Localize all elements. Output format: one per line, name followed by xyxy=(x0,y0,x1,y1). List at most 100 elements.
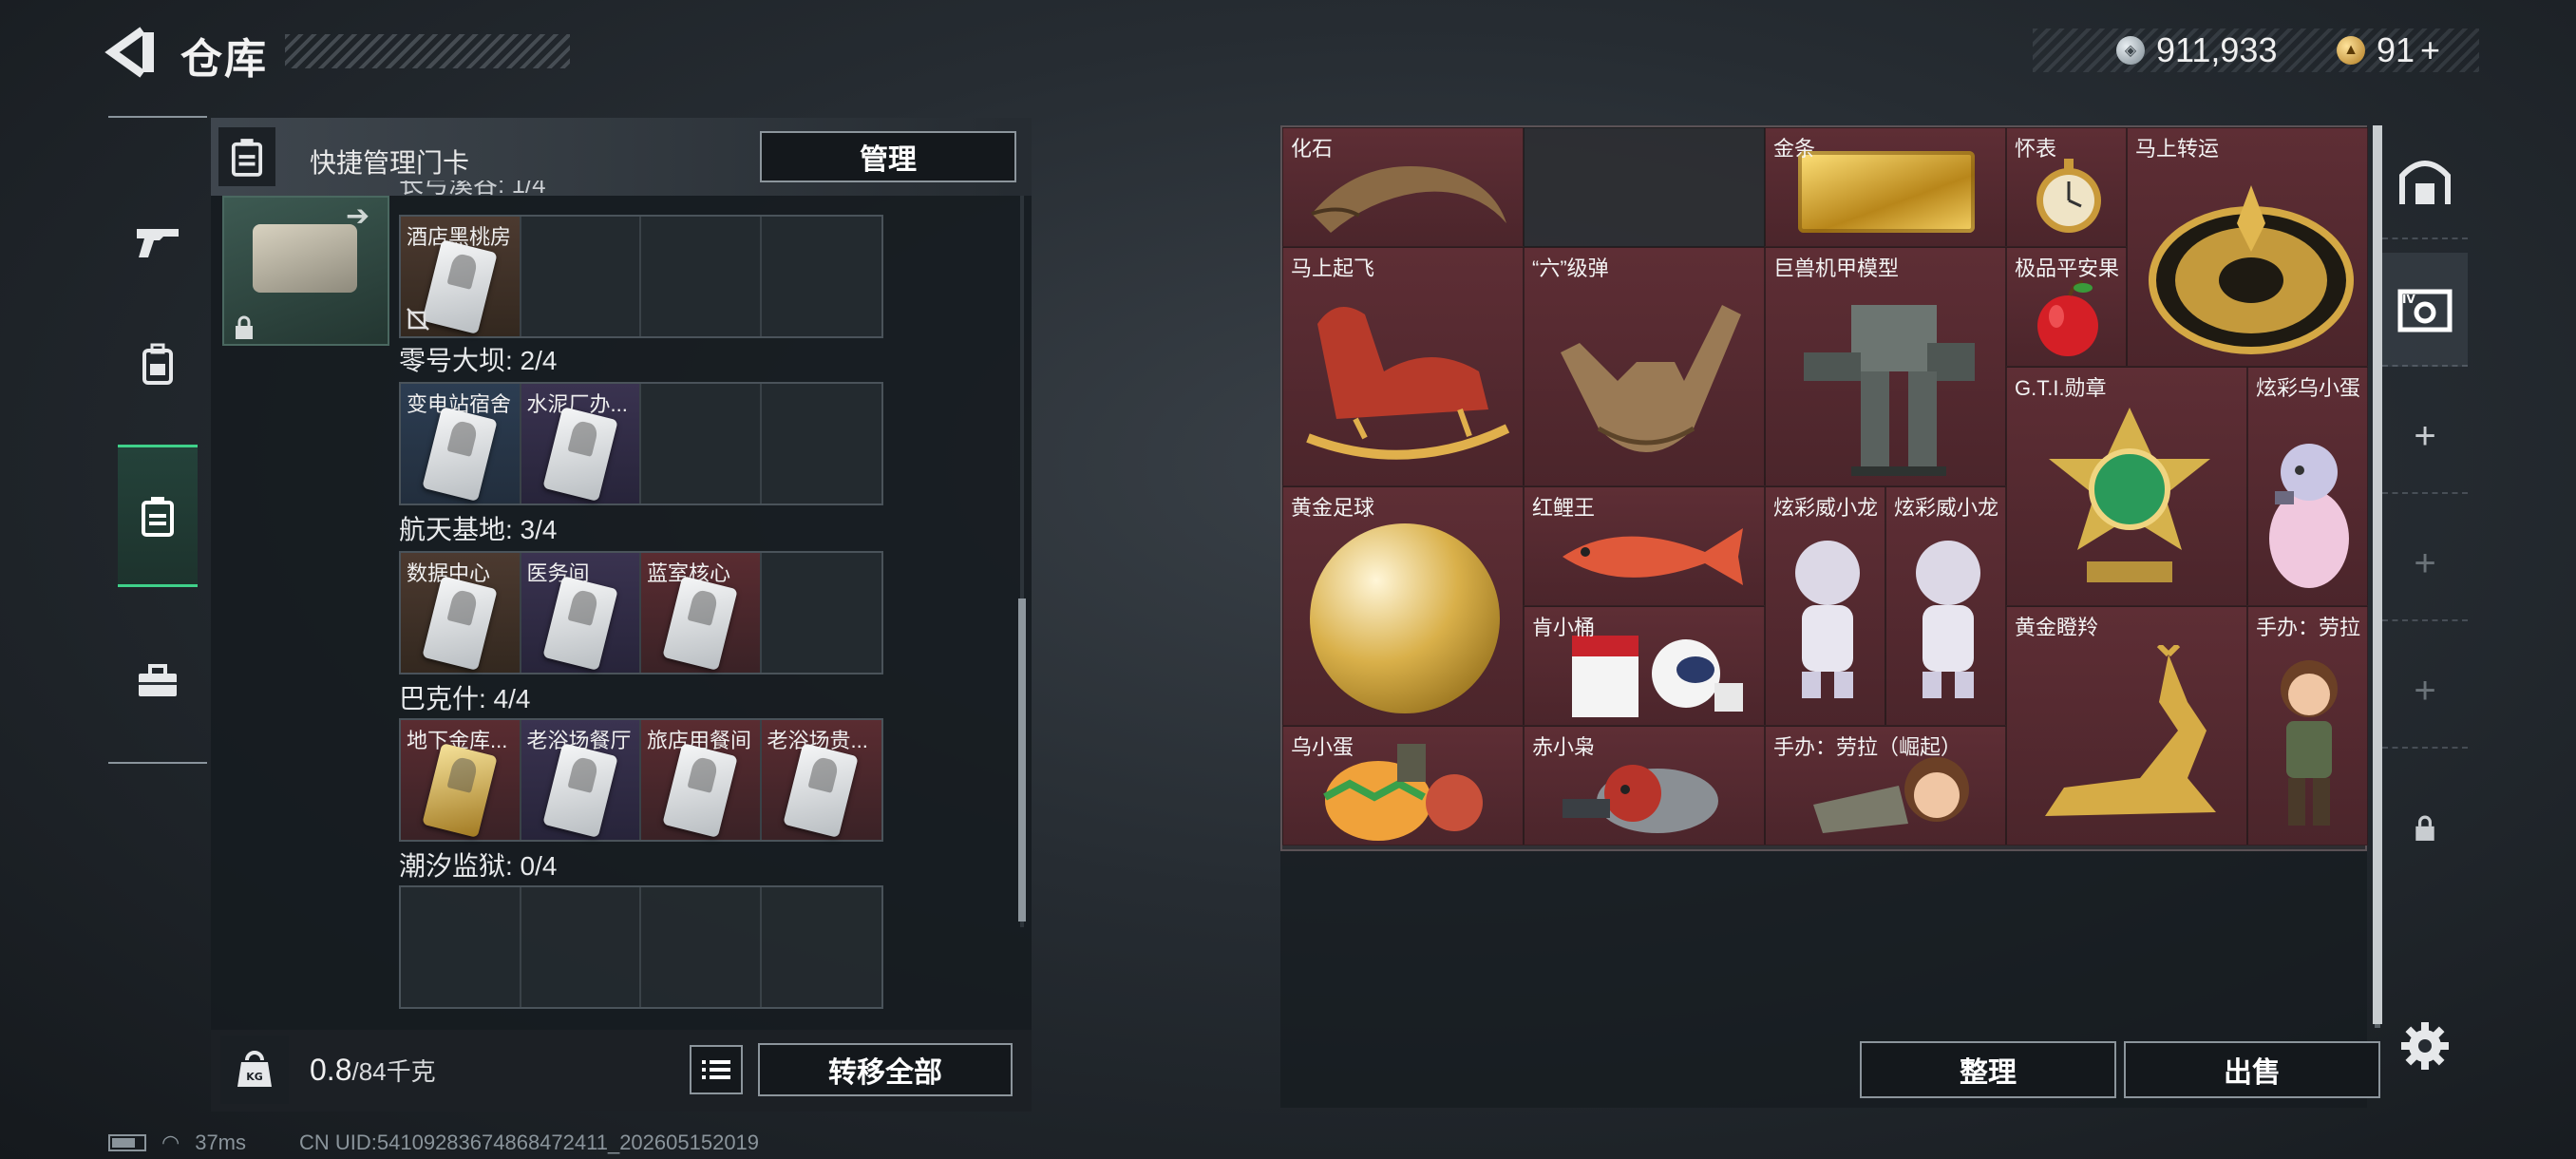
stash-tab-collection[interactable]: IV xyxy=(2382,253,2468,367)
stash-item[interactable]: 黄金足球 xyxy=(1282,486,1524,726)
keycard-slot-empty[interactable] xyxy=(641,217,762,336)
section-label-brakkesh: 巴克什: 4/4 xyxy=(399,684,531,713)
stash-item[interactable]: 肯小桶 xyxy=(1524,606,1765,726)
keycard-slot-empty[interactable] xyxy=(761,553,881,673)
item-name: “六”级弹 xyxy=(1532,256,1609,280)
add-gold-icon[interactable]: + xyxy=(2420,30,2440,70)
gun-icon xyxy=(137,229,179,257)
golden-wheel-icon xyxy=(2149,185,2354,354)
keycard-slot[interactable]: 水泥厂办... xyxy=(521,384,641,504)
lock-icon xyxy=(2415,815,2434,841)
keycard-header-icon xyxy=(218,127,275,186)
stash-item[interactable]: 怀表 xyxy=(2006,127,2127,247)
collection-icon: IV xyxy=(2397,289,2453,332)
rocking-horse-icon xyxy=(1306,307,1510,460)
nav-backpack[interactable] xyxy=(118,293,198,435)
item-name: 赤小枭 xyxy=(1532,735,1596,759)
sell-button[interactable]: 出售 xyxy=(2124,1041,2380,1098)
medal-icon xyxy=(2049,408,2210,582)
keycard-holder-slot[interactable]: ➔ xyxy=(222,196,389,346)
transfer-all-button[interactable]: 转移全部 xyxy=(758,1043,1013,1096)
nav-keycard[interactable] xyxy=(118,445,198,587)
keycard-case-image xyxy=(253,224,357,293)
keycard-slot-empty[interactable] xyxy=(641,887,762,1007)
keycard-scroll-thumb[interactable] xyxy=(1018,598,1026,922)
keycard-holder-icon xyxy=(142,497,174,537)
keycard-slot[interactable]: 老浴场餐厅 xyxy=(521,720,641,840)
back-arrow-icon xyxy=(104,27,154,78)
keycard-slot-empty[interactable] xyxy=(761,384,881,504)
stash-item[interactable]: 乌小蛋 xyxy=(1282,726,1524,846)
sort-button[interactable]: 整理 xyxy=(1860,1041,2116,1098)
stash-item[interactable]: 巨兽机甲模型 xyxy=(1765,247,2006,486)
stash-tab-vault[interactable] xyxy=(2382,125,2468,239)
no-transfer-icon xyxy=(407,308,429,331)
keycard-slot-empty[interactable] xyxy=(761,887,881,1007)
wifi-icon: ◠ xyxy=(161,1130,180,1154)
keycard-grid-1: 酒店黑桃房 xyxy=(399,215,883,338)
back-button[interactable] xyxy=(104,27,160,78)
gold-football-icon xyxy=(1310,523,1500,713)
keycard-slot-empty[interactable] xyxy=(521,887,641,1007)
gold-currency[interactable]: ▲ 91 + xyxy=(2337,30,2440,70)
keycard-slot[interactable]: 酒店黑桃房 xyxy=(401,217,521,336)
keycard-slot[interactable]: 老浴场贵... xyxy=(761,720,881,840)
keycard-slot[interactable]: 旅店用餐间 xyxy=(641,720,762,840)
item-name: 马上起飞 xyxy=(1291,256,1375,280)
keycard-slot[interactable]: 蓝室核心 xyxy=(641,553,762,673)
keycard-icon xyxy=(662,576,738,671)
stash-item[interactable]: G.T.I.勋章 xyxy=(2006,367,2247,606)
stash-item[interactable]: 炫彩威小龙 xyxy=(1885,486,2006,726)
stash-item[interactable]: 炫彩威小龙 xyxy=(1765,486,1885,726)
keycard-slot-empty[interactable] xyxy=(641,384,762,504)
uid-readout: CN UID:54109283674868472411_202605152019 xyxy=(299,1130,760,1154)
settings-button[interactable] xyxy=(2399,1020,2451,1072)
section-label-space-base: 航天基地: 3/4 xyxy=(399,515,558,544)
add-stash-page-icon[interactable]: + xyxy=(2382,380,2468,494)
stash-item[interactable]: 红鲤王 xyxy=(1524,486,1765,606)
keycard-slot[interactable]: 地下金库... xyxy=(401,720,521,840)
gold-gazelle-icon xyxy=(2045,645,2216,816)
keycard-grid-tide-prison xyxy=(399,885,883,1009)
gear-icon xyxy=(2401,1022,2449,1070)
stash-item[interactable]: 手办：劳拉 xyxy=(2247,606,2368,846)
red-apple-icon xyxy=(2037,280,2098,356)
keycard-slot[interactable]: 医务间 xyxy=(521,553,641,673)
keycard-slot[interactable]: 数据中心 xyxy=(401,553,521,673)
add-stash-page-icon[interactable]: + xyxy=(2382,635,2468,749)
stash-slot-empty[interactable] xyxy=(1524,127,1765,247)
nav-toolbox[interactable] xyxy=(118,610,198,752)
item-name: 极品平安果 xyxy=(2015,256,2120,280)
locked-stash-page[interactable] xyxy=(2382,771,2468,885)
list-view-button[interactable] xyxy=(690,1045,743,1094)
silver-currency: ◈ 911,933 xyxy=(2116,30,2277,70)
keycard-slot-empty[interactable] xyxy=(401,887,521,1007)
item-name: 金条 xyxy=(1773,137,1816,161)
lara-figure-icon xyxy=(2281,660,2338,826)
stash-item[interactable]: 炫彩乌小蛋 xyxy=(2247,367,2368,606)
stash-item[interactable]: 黄金瞪羚 xyxy=(2006,606,2247,846)
stash-item[interactable]: “六”级弹 xyxy=(1524,247,1765,486)
stash-item[interactable]: 极品平安果 xyxy=(2006,247,2127,367)
gold-coin-icon: ▲ xyxy=(2337,36,2365,65)
item-name: G.T.I.勋章 xyxy=(2015,376,2107,400)
stash-item[interactable]: 马上转运 xyxy=(2127,127,2368,367)
keycard-slot[interactable]: 变电站宿舍 xyxy=(401,384,521,504)
item-name: 肯小桶 xyxy=(1532,616,1596,639)
keycard-grid-space-base: 数据中心 医务间 蓝室核心 xyxy=(399,551,883,674)
manage-button[interactable]: 管理 xyxy=(760,131,1016,182)
item-name: 黄金瞪羚 xyxy=(2015,616,2099,639)
stash-item[interactable]: 手办：劳拉（崛起） xyxy=(1765,726,2006,846)
stash-item[interactable]: 金条 xyxy=(1765,127,2006,247)
stash-item[interactable]: 赤小枭 xyxy=(1524,726,1765,846)
title-decoration xyxy=(285,34,570,68)
keycard-icon xyxy=(422,407,498,502)
egg-figure-icon xyxy=(2269,444,2349,588)
stash-item[interactable]: 马上起飞 xyxy=(1282,247,1524,486)
keycard-slot-empty[interactable] xyxy=(761,217,881,336)
keycard-slot-empty[interactable] xyxy=(521,217,641,336)
add-stash-page-icon[interactable]: + xyxy=(2382,507,2468,621)
stash-scroll-thumb[interactable] xyxy=(2373,125,2382,1024)
keycard-icon xyxy=(422,239,498,334)
stash-item[interactable]: 化石 xyxy=(1282,127,1524,247)
